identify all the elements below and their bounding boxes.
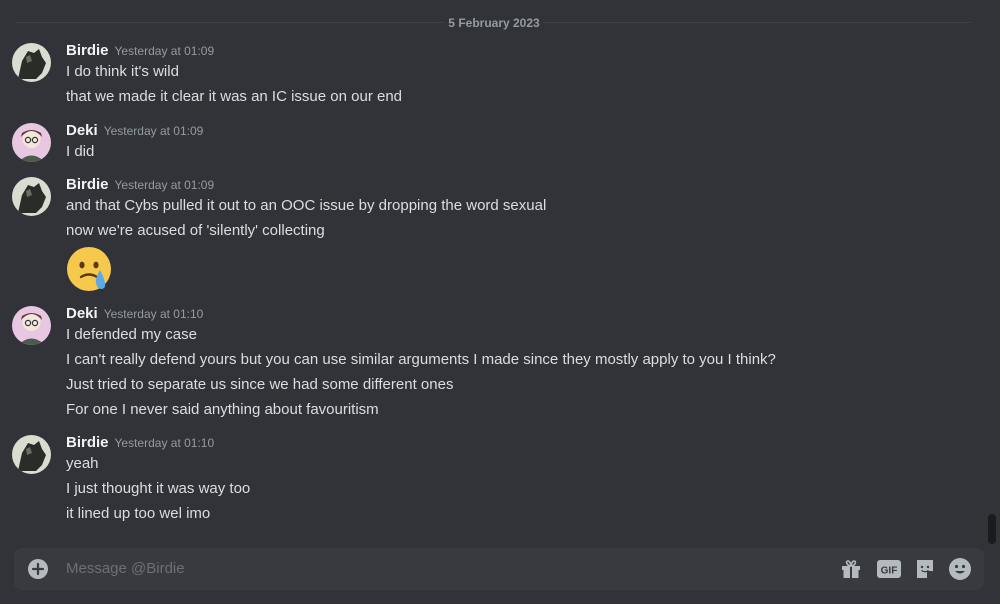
avatar-birdie[interactable]: [12, 43, 51, 82]
gif-label: GIF: [881, 566, 898, 577]
message-header: Birdie Yesterday at 01:10: [66, 434, 214, 454]
face-holding-back-tears-icon[interactable]: [66, 246, 112, 292]
date-divider: 5 February 2023: [16, 15, 972, 31]
message-text: it lined up too wel imo: [66, 505, 211, 522]
message-group: Birdie Yesterday at 01:09 I do think it's…: [0, 42, 986, 112]
author-name[interactable]: Birdie: [66, 434, 109, 451]
timestamp[interactable]: Yesterday at 01:09: [104, 124, 204, 138]
author-name[interactable]: Deki: [66, 305, 98, 322]
message-text: yeah: [66, 455, 99, 472]
message-header: Deki Yesterday at 01:09: [66, 122, 203, 142]
author-name[interactable]: Deki: [66, 122, 98, 139]
message-group: Deki Yesterday at 01:09 I did: [0, 122, 986, 166]
message-header: Deki Yesterday at 01:10: [66, 305, 203, 325]
message-composer: Message @Birdie GIF: [14, 548, 984, 590]
message-group: Deki Yesterday at 01:10 I defended my cas…: [0, 305, 986, 425]
timestamp[interactable]: Yesterday at 01:09: [115, 44, 215, 58]
message-text: I can't really defend yours but you can …: [66, 351, 776, 368]
timestamp[interactable]: Yesterday at 01:10: [104, 307, 204, 321]
avatar-birdie[interactable]: [12, 177, 51, 216]
message-group: Birdie Yesterday at 01:10 yeah I just tho…: [0, 434, 986, 530]
timestamp[interactable]: Yesterday at 01:09: [115, 178, 215, 192]
message-header: Birdie Yesterday at 01:09: [66, 176, 214, 196]
message-text: and that Cybs pulled it out to an OOC is…: [66, 197, 547, 214]
message-text: I did: [66, 143, 95, 160]
timestamp[interactable]: Yesterday at 01:10: [115, 436, 215, 450]
message-text: that we made it clear it was an IC issue…: [66, 88, 403, 105]
avatar-deki[interactable]: [12, 123, 51, 162]
message-text: For one I never said anything about favo…: [66, 401, 379, 418]
scrollbar-thumb[interactable]: [988, 514, 996, 544]
author-name[interactable]: Birdie: [66, 42, 109, 59]
plus-circle-icon[interactable]: [28, 559, 48, 579]
message-header: Birdie Yesterday at 01:09: [66, 42, 214, 62]
scrollbar-track[interactable]: [988, 0, 996, 540]
sticker-icon[interactable]: [913, 557, 937, 581]
gif-icon[interactable]: GIF: [876, 557, 902, 581]
message-text: Just tried to separate us since we had s…: [66, 376, 454, 393]
author-name[interactable]: Birdie: [66, 176, 109, 193]
smile-icon[interactable]: [948, 557, 972, 581]
message-text: I defended my case: [66, 326, 197, 343]
message-input[interactable]: Message @Birdie: [66, 559, 185, 579]
message-text: now we're acused of 'silently' collectin…: [66, 222, 325, 239]
message-text: I just thought it was way too: [66, 480, 251, 497]
message-group: Birdie Yesterday at 01:09 and that Cybs p…: [0, 176, 986, 296]
date-divider-label: 5 February 2023: [444, 15, 544, 31]
avatar-deki[interactable]: [12, 306, 51, 345]
avatar-birdie[interactable]: [12, 435, 51, 474]
gift-icon[interactable]: [839, 557, 863, 581]
message-text: I do think it's wild: [66, 63, 179, 80]
